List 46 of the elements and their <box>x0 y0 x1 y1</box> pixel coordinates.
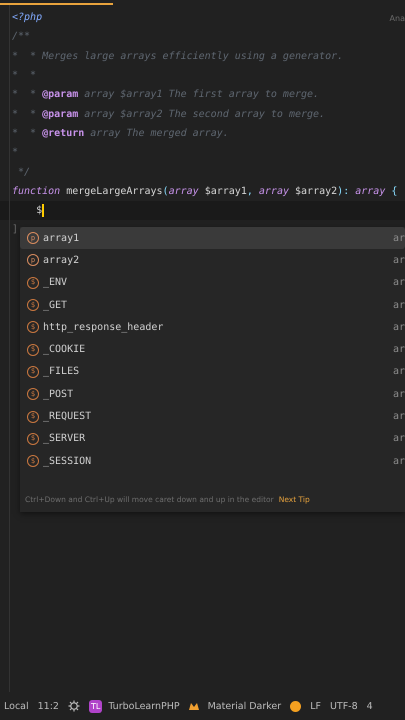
line-separator[interactable]: LF <box>310 700 321 712</box>
completion-name: array1 <box>43 232 80 244</box>
completion-type: ar <box>392 456 405 467</box>
completion-name: _REQUEST <box>43 411 92 422</box>
completion-name: _ENV <box>43 277 68 288</box>
theme-label[interactable]: Material Darker <box>208 700 282 712</box>
plugin-label[interactable]: TurboLearnPHP <box>108 700 180 712</box>
completion-type: ar <box>392 411 405 422</box>
completion-type: ar <box>392 388 405 400</box>
code-line: * * @param array $array1 The first array to merge. <box>12 89 320 100</box>
theme-icon[interactable] <box>188 702 199 710</box>
completion-name: _POST <box>43 388 74 400</box>
completion-type: ar <box>392 344 405 356</box>
completion-name: array2 <box>43 254 80 266</box>
code-line: * * @return array The merged array. <box>12 128 229 139</box>
completion-type: ar <box>392 433 405 444</box>
completion-name: _GET <box>43 300 68 311</box>
status-dot[interactable] <box>290 700 302 712</box>
gear-icon[interactable] <box>68 700 80 712</box>
completion-name: _FILES <box>43 366 80 378</box>
completion-type: ar <box>392 300 405 311</box>
text-caret <box>42 204 44 218</box>
code-line: * * <box>12 70 36 82</box>
completion-name: _SESSION <box>43 456 92 467</box>
interpreter-label[interactable]: Local <box>4 700 29 712</box>
completion-name: http_response_header <box>43 322 164 333</box>
code-line: ] <box>12 224 18 236</box>
code-line: * <box>12 147 18 158</box>
encoding-label[interactable]: UTF-8 <box>330 700 358 712</box>
indent-label[interactable]: 4 <box>366 700 373 712</box>
code-line: /** <box>12 31 30 42</box>
completion-type: ar <box>392 322 405 333</box>
caret-position[interactable]: 11:2 <box>38 700 59 712</box>
completion-type: ar <box>392 254 405 266</box>
code-line: <?php <box>12 12 42 24</box>
code-line: * * @param array $array2 The second array to merge. <box>12 108 326 120</box>
completion-type: ar <box>392 366 405 378</box>
completion-name: _SERVER <box>43 433 86 444</box>
code-line: $ <box>35 205 42 216</box>
code-line: function mergeLargeArrays(array $array1, array $array2): array { <box>12 186 398 197</box>
plugin-badge[interactable]: TL <box>88 700 102 712</box>
completion-name: _COOKIE <box>43 344 86 356</box>
code-line: */ <box>17 166 30 178</box>
completion-type: ar <box>392 277 405 288</box>
code-line: * * Merges large arrays efficiently using a generator. <box>12 50 344 62</box>
completion-type: ar <box>392 232 405 244</box>
